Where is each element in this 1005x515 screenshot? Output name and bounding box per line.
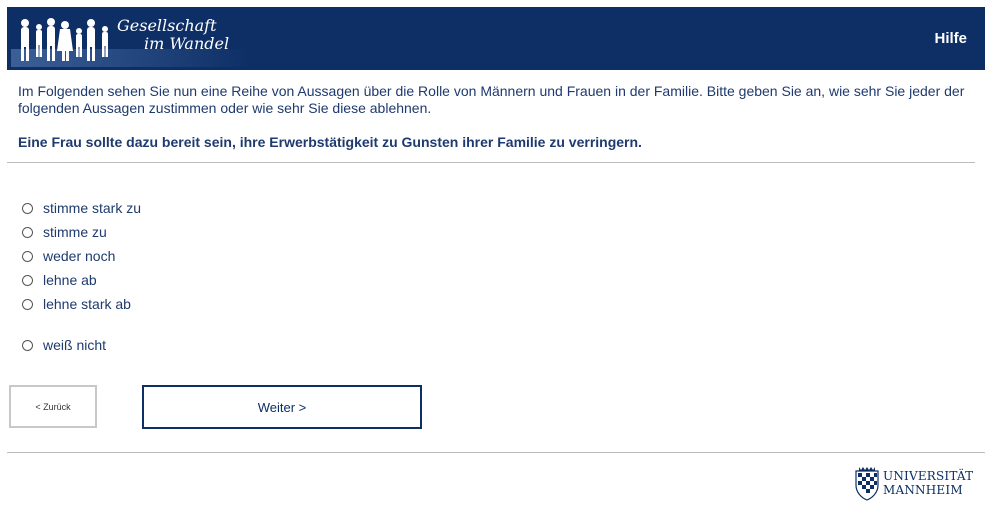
university-line-1: UNIVERSITÄT — [883, 469, 974, 483]
option-stimme-stark-zu[interactable]: stimme stark zu — [22, 199, 141, 217]
radio-button[interactable] — [22, 298, 33, 310]
intro-text: Im Folgenden sehen Sie nun eine Reihe vo… — [18, 83, 965, 116]
divider-bottom — [7, 452, 985, 453]
option-lehne-ab[interactable]: lehne ab — [22, 271, 97, 289]
option-lehne-stark-ab[interactable]: lehne stark ab — [22, 295, 131, 313]
radio-button[interactable] — [22, 202, 33, 214]
logo-line-1: Gesellschaft — [117, 16, 217, 35]
divider-top — [7, 162, 975, 163]
logo-title: Gesellschaft im Wandel — [117, 17, 229, 53]
option-label: lehne ab — [43, 272, 97, 288]
option-weder-noch[interactable]: weder noch — [22, 247, 115, 265]
radio-button[interactable] — [22, 226, 33, 238]
option-stimme-zu[interactable]: stimme zu — [22, 223, 107, 241]
option-label: stimme stark zu — [43, 200, 142, 216]
university-logo: UNIVERSITÄT MANNHEIM — [853, 465, 988, 503]
radio-button[interactable] — [22, 274, 33, 286]
option-label: lehne stark ab — [43, 296, 131, 312]
question-text: Eine Frau sollte dazu bereit sein, ihre … — [18, 134, 642, 150]
logo-line-2: im Wandel — [144, 34, 230, 53]
radio-button[interactable] — [22, 250, 33, 262]
header-banner: Gesellschaft im Wandel Hilfe — [7, 7, 985, 70]
option-label: weiß nicht — [43, 337, 107, 353]
university-name: UNIVERSITÄT MANNHEIM — [883, 469, 973, 497]
radio-button[interactable] — [22, 339, 33, 351]
option-weiss-nicht[interactable]: weiß nicht — [22, 336, 106, 354]
back-button[interactable]: < Zurück — [9, 385, 97, 428]
option-label: weder noch — [43, 248, 116, 264]
university-line-2: MANNHEIM — [883, 483, 963, 497]
option-label: stimme zu — [43, 224, 107, 240]
crest-icon — [855, 467, 879, 501]
next-button[interactable]: Weiter > — [142, 385, 422, 429]
help-link[interactable]: Hilfe — [934, 30, 967, 47]
